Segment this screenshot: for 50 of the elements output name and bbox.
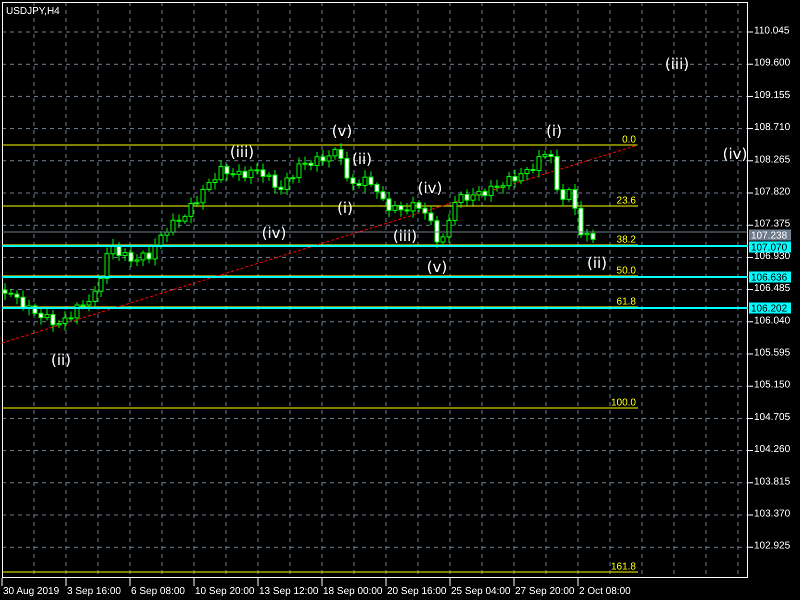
price-axis-label: 109.600	[754, 58, 790, 69]
time-axis-label: 30 Aug 2019	[3, 586, 60, 597]
price-axis-label: 103.815	[754, 476, 790, 488]
fibonacci-level-label: 61.8	[616, 296, 636, 308]
wave-label: (ii)	[50, 351, 72, 369]
time-axis-label: 13 Sep 12:00	[259, 586, 318, 597]
price-axis-label: 106.040	[754, 315, 790, 326]
fibonacci-level-label: 161.8	[610, 562, 636, 572]
wave-label: (iii)	[230, 143, 254, 161]
time-axis-label: 27 Sep 20:00	[515, 586, 574, 597]
price-axis-label: 108.265	[754, 154, 790, 166]
chart-title: USDJPY,H4	[6, 6, 60, 17]
price-axis-label: 110.045	[754, 26, 790, 36]
time-axis-label: 18 Sep 00:00	[323, 586, 382, 597]
wave-label: (iii)	[664, 55, 690, 73]
time-axis-label: 10 Sep 20:00	[195, 586, 254, 597]
price-axis-label: 107.375	[754, 218, 790, 230]
wave-label: (v)	[332, 122, 352, 140]
wave-label: (i)	[546, 122, 562, 140]
fibonacci-level-label: 23.6	[616, 196, 636, 206]
price-tag: 107.070	[749, 242, 791, 254]
time-axis-label: 2 Oct 08:00	[579, 586, 631, 597]
time-axis-label: 6 Sep 08:00	[131, 586, 185, 597]
fibonacci-level-label: 0.0	[622, 134, 636, 146]
price-axis-label: 105.150	[754, 380, 790, 391]
price-axis-label: 103.370	[754, 508, 790, 520]
time-axis-label: 25 Sep 04:00	[451, 586, 510, 597]
price-tag: 106.202	[749, 302, 791, 314]
wave-label: (ii)	[586, 254, 608, 272]
wave-label: (iii)	[392, 227, 418, 245]
time-axis-label: 3 Sep 16:00	[67, 586, 121, 597]
fibonacci-level-label: 50.0	[616, 266, 636, 276]
price-axis-label: 107.820	[754, 186, 790, 198]
price-axis-label: 109.155	[754, 90, 790, 101]
wave-label: (ii)	[352, 150, 372, 168]
wave-label: (iv)	[418, 179, 442, 197]
wave-label: (iv)	[262, 224, 286, 242]
fibonacci-level-label: 38.2	[616, 234, 636, 246]
price-axis-label: 104.705	[754, 412, 790, 423]
price-axis-label: 106.485	[754, 283, 790, 294]
price-tag: 106.636	[749, 272, 791, 284]
fibonacci-level-label: 100.0	[610, 398, 636, 408]
wave-label: (v)	[426, 258, 448, 276]
price-axis-label: 105.595	[754, 348, 790, 358]
time-axis-label: 20 Sep 16:00	[387, 586, 446, 597]
price-axis-label: 104.260	[754, 444, 790, 456]
price-axis-label: 102.925	[754, 540, 790, 552]
wave-label: (iv)	[722, 145, 748, 163]
price-axis-label: 108.710	[754, 122, 790, 134]
price-tag: 107.238	[749, 230, 791, 242]
